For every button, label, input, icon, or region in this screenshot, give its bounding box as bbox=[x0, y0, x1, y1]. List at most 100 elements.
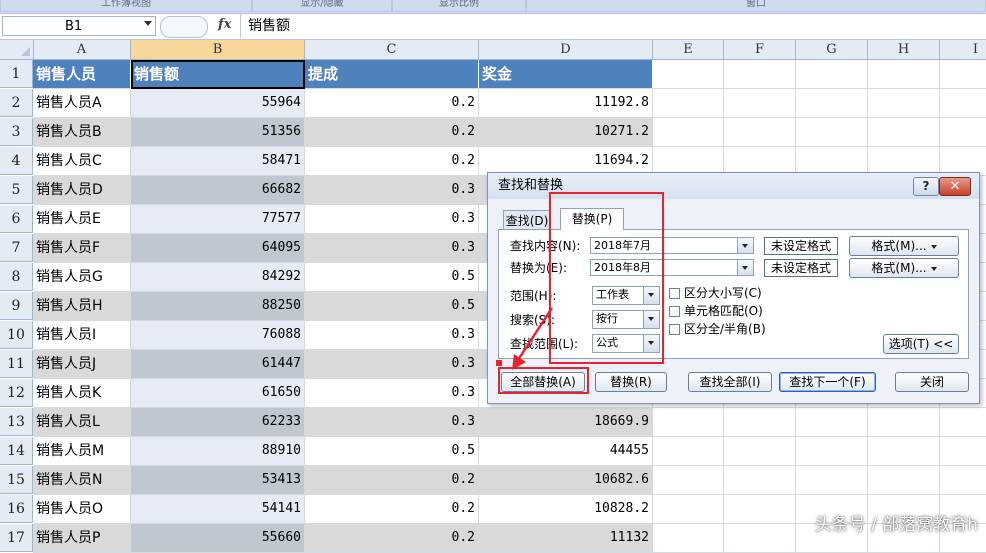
row-header[interactable]: 13 bbox=[0, 408, 33, 436]
table-cell[interactable]: 0.2 bbox=[305, 89, 479, 118]
column-header-i[interactable]: I bbox=[940, 40, 986, 59]
table-cell[interactable]: 0.2 bbox=[305, 524, 479, 553]
table-cell[interactable]: 销售人员K bbox=[33, 379, 131, 408]
search-dropdown-icon[interactable] bbox=[643, 311, 659, 328]
table-cell[interactable] bbox=[724, 89, 796, 118]
table-cell[interactable]: 84292 bbox=[131, 263, 305, 292]
table-cell[interactable]: 销售人员C bbox=[33, 147, 131, 176]
row-header[interactable]: 5 bbox=[0, 176, 33, 204]
table-cell[interactable]: 销售人员O bbox=[33, 495, 131, 524]
find-what-dropdown-icon[interactable] bbox=[737, 238, 753, 253]
replace-format-button[interactable]: 格式(M)... bbox=[849, 258, 959, 278]
table-cell[interactable] bbox=[653, 466, 724, 495]
name-box[interactable]: B1 bbox=[2, 16, 156, 36]
ribbon-group-zoom[interactable]: 显示比例 bbox=[392, 0, 526, 12]
table-cell[interactable] bbox=[796, 89, 868, 118]
table-cell[interactable]: 61447 bbox=[131, 350, 305, 379]
insert-function-icon[interactable]: fx bbox=[218, 17, 231, 32]
table-cell[interactable]: 销售人员I bbox=[33, 321, 131, 350]
row-header[interactable]: 16 bbox=[0, 495, 33, 523]
ribbon-group-workbook-views[interactable]: 工作簿视图 bbox=[0, 0, 252, 12]
row-header[interactable]: 3 bbox=[0, 118, 33, 146]
table-header-cell[interactable]: 奖金 bbox=[479, 60, 653, 89]
column-header-f[interactable]: F bbox=[724, 40, 796, 59]
table-cell[interactable]: 10271.2 bbox=[479, 118, 653, 147]
table-cell[interactable] bbox=[868, 89, 940, 118]
row-header[interactable]: 10 bbox=[0, 321, 33, 349]
table-cell[interactable]: 0.3 bbox=[305, 205, 479, 234]
table-cell[interactable]: 销售人员G bbox=[33, 263, 131, 292]
table-cell[interactable]: 62233 bbox=[131, 408, 305, 437]
table-cell[interactable] bbox=[724, 118, 796, 147]
column-header-d[interactable]: D bbox=[479, 40, 653, 59]
table-cell[interactable]: 0.3 bbox=[305, 350, 479, 379]
row-header[interactable]: 4 bbox=[0, 147, 33, 175]
table-cell[interactable]: 0.3 bbox=[305, 176, 479, 205]
table-cell[interactable]: 77577 bbox=[131, 205, 305, 234]
table-cell[interactable] bbox=[653, 524, 724, 553]
table-cell[interactable] bbox=[796, 437, 868, 466]
table-cell[interactable]: 88250 bbox=[131, 292, 305, 321]
table-cell[interactable]: 0.3 bbox=[305, 379, 479, 408]
column-header-a[interactable]: A bbox=[33, 40, 131, 59]
table-cell[interactable]: 44455 bbox=[479, 437, 653, 466]
column-header-g[interactable]: G bbox=[796, 40, 868, 59]
table-header-cell[interactable]: 销售人员 bbox=[33, 60, 131, 89]
table-cell[interactable]: 0.3 bbox=[305, 234, 479, 263]
table-cell[interactable] bbox=[724, 437, 796, 466]
table-cell[interactable] bbox=[653, 89, 724, 118]
column-header-c[interactable]: C bbox=[305, 40, 479, 59]
table-cell[interactable] bbox=[868, 408, 940, 437]
replace-with-input[interactable]: 2018年8月 bbox=[590, 259, 754, 276]
row-header[interactable]: 17 bbox=[0, 524, 33, 552]
find-next-button[interactable]: 查找下一个(F) bbox=[779, 372, 876, 392]
dialog-close-button[interactable]: ✕ bbox=[939, 177, 971, 196]
table-cell[interactable]: 61650 bbox=[131, 379, 305, 408]
table-cell[interactable] bbox=[940, 466, 986, 495]
table-cell[interactable]: 0.2 bbox=[305, 495, 479, 524]
table-cell[interactable] bbox=[940, 89, 986, 118]
table-cell[interactable] bbox=[724, 60, 796, 89]
table-cell[interactable]: 18669.9 bbox=[479, 408, 653, 437]
table-cell[interactable] bbox=[796, 408, 868, 437]
column-header-b[interactable]: B bbox=[131, 40, 305, 59]
match-case-checkbox[interactable] bbox=[669, 288, 680, 299]
table-cell[interactable] bbox=[653, 408, 724, 437]
table-cell[interactable] bbox=[653, 118, 724, 147]
formula-bar-expand-handle[interactable] bbox=[160, 16, 208, 38]
table-header-cell[interactable]: 提成 bbox=[305, 60, 479, 89]
replace-button[interactable]: 替换(R) bbox=[595, 372, 667, 392]
table-cell[interactable] bbox=[868, 60, 940, 89]
column-header-e[interactable]: E bbox=[653, 40, 724, 59]
select-all-corner[interactable] bbox=[0, 40, 34, 59]
row-header[interactable]: 15 bbox=[0, 466, 33, 494]
table-cell[interactable]: 0.2 bbox=[305, 118, 479, 147]
formula-input[interactable]: 销售额 bbox=[240, 14, 986, 38]
table-cell[interactable]: 0.2 bbox=[305, 147, 479, 176]
row-header[interactable]: 7 bbox=[0, 234, 33, 262]
table-cell[interactable]: 销售人员N bbox=[33, 466, 131, 495]
name-box-dropdown-icon[interactable] bbox=[144, 21, 152, 26]
table-cell[interactable]: 销售人员M bbox=[33, 437, 131, 466]
table-cell[interactable]: 销售人员L bbox=[33, 408, 131, 437]
row-header[interactable]: 2 bbox=[0, 89, 33, 117]
table-cell[interactable]: 10828.2 bbox=[479, 495, 653, 524]
replace-with-dropdown-icon[interactable] bbox=[737, 260, 753, 275]
table-cell[interactable] bbox=[868, 118, 940, 147]
find-format-button[interactable]: 格式(M)... bbox=[849, 236, 959, 256]
table-cell[interactable]: 销售人员P bbox=[33, 524, 131, 553]
table-cell[interactable]: 55660 bbox=[131, 524, 305, 553]
row-header[interactable]: 11 bbox=[0, 350, 33, 378]
table-cell[interactable]: 销售人员B bbox=[33, 118, 131, 147]
table-cell[interactable] bbox=[724, 408, 796, 437]
match-width-checkbox[interactable] bbox=[669, 324, 680, 335]
table-cell[interactable]: 10682.6 bbox=[479, 466, 653, 495]
replace-all-button[interactable]: 全部替换(A) bbox=[501, 372, 585, 392]
table-cell[interactable]: 64095 bbox=[131, 234, 305, 263]
table-cell[interactable] bbox=[653, 495, 724, 524]
table-cell[interactable]: 53413 bbox=[131, 466, 305, 495]
table-cell[interactable]: 0.3 bbox=[305, 321, 479, 350]
match-cell-checkbox[interactable] bbox=[669, 306, 680, 317]
table-cell[interactable]: 66682 bbox=[131, 176, 305, 205]
table-cell[interactable]: 55964 bbox=[131, 89, 305, 118]
